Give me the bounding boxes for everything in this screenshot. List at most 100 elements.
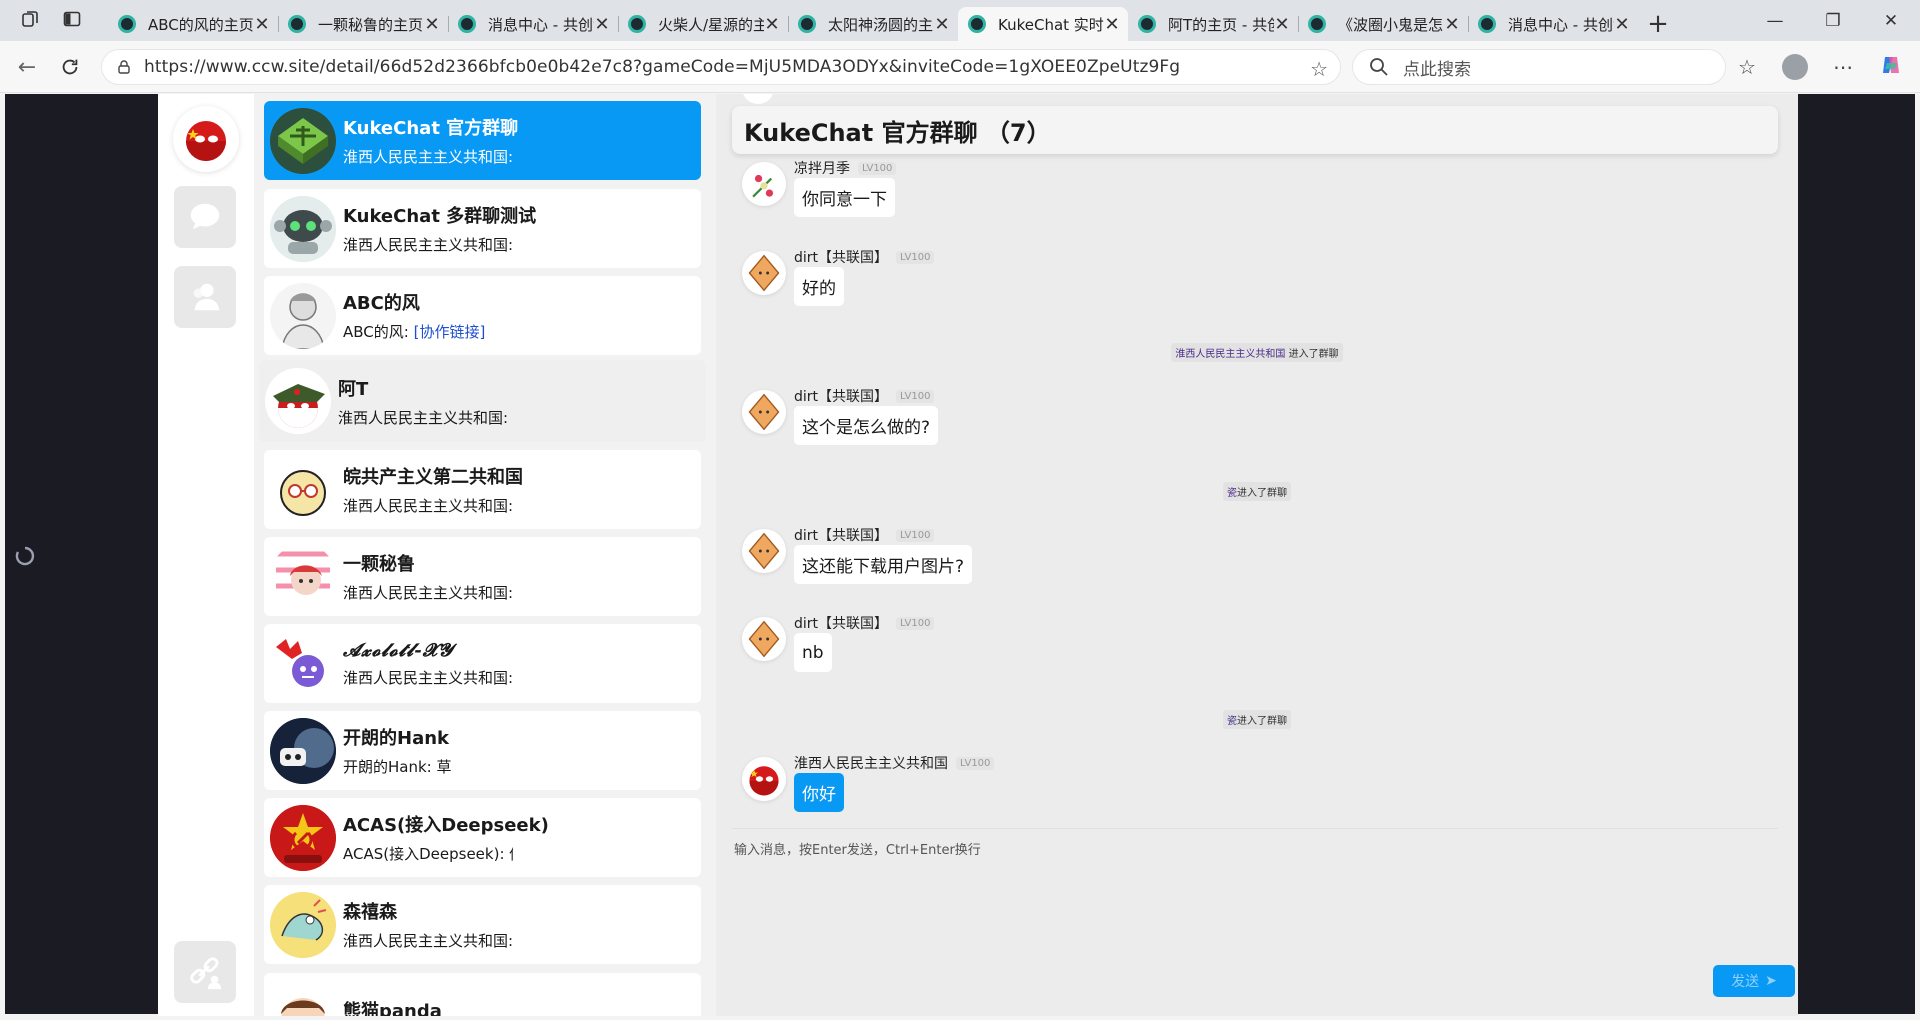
conversation-info: 皖共产主义第二共和国 淮西人民民主主义共和国: 你好: [343, 463, 523, 516]
ccw-favicon-icon: [968, 15, 986, 33]
countryball-hat-avatar-icon: [265, 368, 331, 434]
level-badge: LV100: [896, 616, 935, 630]
close-tab-icon[interactable]: ✕: [764, 14, 780, 35]
level-badge: LV100: [896, 250, 935, 264]
conversation-info: 熊猫panda: [343, 997, 442, 1017]
message-input[interactable]: 输入消息，按Enter发送，Ctrl+Enter换行: [734, 839, 981, 858]
message-bubble: 这还能下载用户图片?: [794, 545, 973, 584]
favorite-star-icon[interactable]: ☆: [1310, 57, 1328, 81]
conversation-item[interactable]: 开朗的Hank 开朗的Hank: 草: [264, 711, 701, 790]
notice-user[interactable]: 瓷: [1227, 712, 1237, 727]
refresh-button[interactable]: [57, 54, 83, 80]
new-tab-button[interactable]: +: [1638, 7, 1678, 41]
restore-button[interactable]: ❐: [1804, 0, 1862, 41]
chat-title: KukeChat 官方群聊 （7）: [732, 106, 1778, 154]
notice-user[interactable]: 瓷: [1227, 484, 1237, 499]
favorites-icon[interactable]: ☆: [1734, 55, 1760, 79]
back-button[interactable]: ←: [14, 54, 40, 80]
close-tab-icon[interactable]: ✕: [934, 14, 950, 35]
workspaces-icon[interactable]: [20, 9, 40, 33]
message-bubble: 你同意一下: [794, 178, 895, 217]
copilot-icon[interactable]: [1878, 53, 1904, 82]
tab-title: 一颗秘鲁的主页 - 共创世界: [318, 15, 424, 34]
site-info-lock-icon[interactable]: [116, 59, 132, 75]
collab-link[interactable]: [协作链接]: [414, 323, 486, 341]
conversation-info: KukeChat 官方群聊 淮西人民民主主义共和国: 你好: [343, 114, 518, 167]
tab-title: 消息中心 - 共创世界: [488, 15, 594, 34]
chat-nav-button[interactable]: [174, 186, 236, 248]
countryball-avatar-icon: [186, 121, 226, 161]
conversation-item[interactable]: 熊猫panda: [264, 973, 701, 1016]
conversation-item[interactable]: 森禧森 淮西人民民主主义共和国: 你好: [264, 885, 701, 964]
conversation-item[interactable]: 一颗秘鲁 淮西人民民主主义共和国: 你好: [264, 537, 701, 616]
browser-tab[interactable]: 火柴人/星源的主页 - 共创世界✕: [618, 7, 788, 41]
conversation-item[interactable]: ACAS(接入Deepseek) ACAS(接入Deepseek): 你好: [264, 798, 701, 877]
tab-title: 火柴人/星源的主页 - 共创世界: [658, 15, 764, 34]
sender-name: dirt【共联国】: [794, 528, 889, 544]
browser-tab[interactable]: 《波圈小鬼是怎么做的》✕: [1298, 7, 1468, 41]
message-sender: dirt【共联国】 LV100: [794, 525, 935, 545]
system-notice: 淮西人民民主主义共和国 进入了群聊: [716, 342, 1798, 362]
conversation-name: ACAS(接入Deepseek): [343, 815, 549, 836]
browser-tab[interactable]: ABC的风的主页 - 共创世界✕: [108, 7, 278, 41]
close-tab-icon[interactable]: ✕: [1274, 14, 1290, 35]
close-tab-icon[interactable]: ✕: [1104, 14, 1120, 35]
tab-title: 《波圈小鬼是怎么做的》: [1338, 15, 1444, 34]
profile-avatar[interactable]: [1782, 54, 1808, 80]
preview-sender: ABC的风:: [343, 323, 414, 341]
close-tab-icon[interactable]: ✕: [424, 14, 440, 35]
conversation-name: ABC的风: [343, 293, 420, 314]
conversation-name: KukeChat 多群聊测试: [343, 206, 537, 227]
conversation-item[interactable]: 𝓐𝔁𝓸𝓵𝓸𝓽𝓵-𝓧𝓨 淮西人民民主主义共和国: 你好: [264, 624, 701, 703]
browser-tab[interactable]: 太阳神汤圆的主页 - 共创世界✕: [788, 7, 958, 41]
browser-tab[interactable]: 阿T的主页 - 共创世界✕: [1128, 7, 1298, 41]
tab-title: KukeChat 实时聊天: [998, 15, 1104, 34]
ccw-favicon-icon: [1478, 15, 1496, 33]
hammer-sickle-avatar-icon: [270, 804, 336, 871]
ccw-favicon-icon: [288, 15, 306, 33]
invite-link-button[interactable]: [174, 941, 236, 1003]
browser-tab[interactable]: 一颗秘鲁的主页 - 共创世界✕: [278, 7, 448, 41]
level-badge: LV100: [896, 528, 935, 542]
conversation-info: 一颗秘鲁 淮西人民民主主义共和国: 你好: [343, 550, 513, 603]
conversation-info: KukeChat 多群聊测试 淮西人民民主主义共和国: 你好: [343, 202, 536, 255]
more-menu-icon[interactable]: ⋯: [1830, 55, 1856, 79]
browser-tab[interactable]: 消息中心 - 共创世界✕: [448, 7, 618, 41]
diamond-avatar-icon: [742, 529, 786, 573]
message-sender: dirt【共联国】 LV100: [794, 386, 935, 406]
search-icon: [1370, 58, 1388, 76]
browser-tab-active[interactable]: KukeChat 实时聊天✕: [958, 7, 1128, 41]
conversation-item[interactable]: KukeChat 官方群聊 淮西人民民主主义共和国: 你好: [264, 101, 701, 180]
close-window-button[interactable]: ✕: [1862, 0, 1920, 41]
close-tab-icon[interactable]: ✕: [1614, 14, 1630, 35]
conversation-name: KukeChat 官方群聊: [343, 118, 519, 139]
conversation-item[interactable]: 皖共产主义第二共和国 淮西人民民主主义共和国: 你好: [264, 450, 701, 529]
rose-avatar-icon: [742, 162, 786, 206]
close-tab-icon[interactable]: ✕: [594, 14, 610, 35]
level-badge: LV100: [956, 756, 995, 770]
chat-panel: KukeChat 官方群聊 （7） 凉拌月季 LV100 你同意一下 dirt【共…: [716, 94, 1798, 1016]
browser-search-input[interactable]: 点此搜索: [1352, 49, 1726, 85]
close-tab-icon[interactable]: ✕: [1444, 14, 1460, 35]
sender-name: dirt【共联国】: [794, 250, 889, 266]
friends-nav-button[interactable]: [174, 266, 236, 328]
url-field[interactable]: https://www.ccw.site/detail/66d52d2366bf…: [101, 49, 1341, 85]
browser-tab-strip: ABC的风的主页 - 共创世界✕ 一颗秘鲁的主页 - 共创世界✕ 消息中心 - …: [0, 0, 1920, 41]
conversation-item[interactable]: KukeChat 多群聊测试 淮西人民民主主义共和国: 你好: [264, 189, 701, 268]
conversation-item[interactable]: 阿T 淮西人民民主主义共和国: 你好: [259, 360, 706, 442]
browser-tab[interactable]: 消息中心 - 共创世界✕: [1468, 7, 1638, 41]
glasses-ball-avatar-icon: [270, 456, 336, 523]
minimize-button[interactable]: —: [1746, 0, 1804, 41]
conversation-name: 森禧森: [343, 902, 397, 923]
my-avatar[interactable]: [173, 106, 239, 172]
message-sender: 淮西人民民主主义共和国 LV100: [794, 753, 995, 773]
input-divider: [732, 828, 1778, 829]
conversation-item[interactable]: ABC的风 ABC的风: [协作链接]: [264, 276, 701, 355]
notice-user[interactable]: 淮西人民民主主义共和国: [1175, 345, 1285, 360]
close-tab-icon[interactable]: ✕: [254, 14, 270, 35]
vertical-tabs-icon[interactable]: [62, 9, 82, 33]
send-button[interactable]: 发送 ➤: [1713, 965, 1795, 997]
tab-strip-tools: [0, 0, 108, 41]
message-bubble: 这个是怎么做的?: [794, 406, 939, 445]
tab-title: 消息中心 - 共创世界: [1508, 15, 1614, 34]
